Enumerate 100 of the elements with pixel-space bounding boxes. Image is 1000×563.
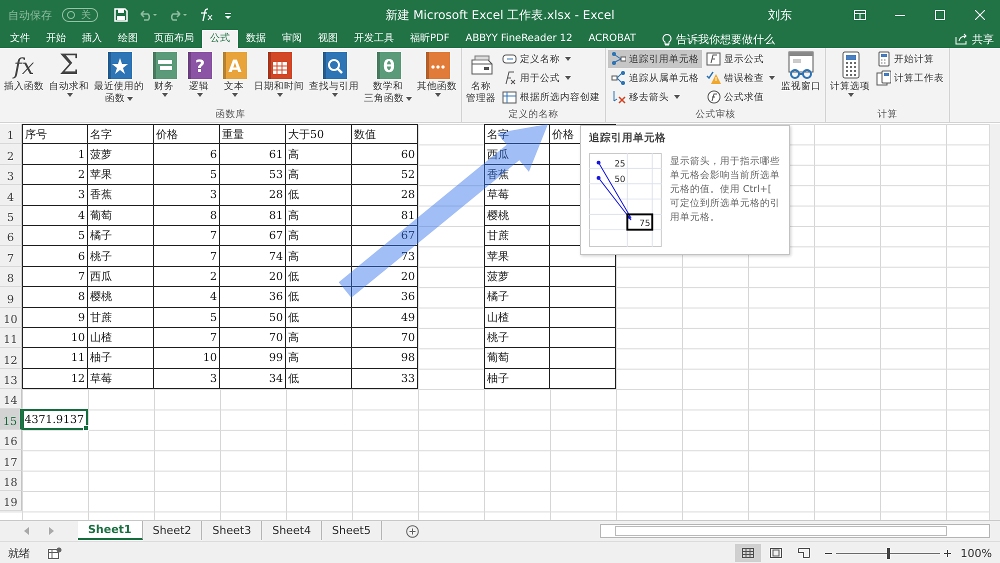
- ribbon-button[interactable]: 定义名称: [499, 50, 603, 68]
- table-cell: 高: [286, 144, 352, 165]
- ribbon-tab[interactable]: 福昕PDF: [402, 30, 458, 48]
- zoom-in-icon[interactable]: [944, 550, 951, 556]
- ribbon-tab[interactable]: 插入: [74, 30, 110, 48]
- row-header[interactable]: 11: [0, 328, 22, 348]
- table-cell: 67: [220, 226, 286, 246]
- user-name[interactable]: 刘东: [768, 6, 792, 24]
- ribbon-button[interactable]: ? 逻辑: [182, 48, 216, 108]
- ribbon-button[interactable]: 名称 管理器: [464, 48, 498, 108]
- ribbon-button[interactable]: 查找与引用: [307, 48, 361, 108]
- sheet-tab[interactable]: Sheet4: [262, 521, 322, 540]
- row-header[interactable]: 13: [0, 368, 22, 390]
- ribbon-button[interactable]: 追踪引用单元格: [608, 50, 702, 68]
- row-header[interactable]: 10: [0, 308, 22, 328]
- ribbon-button[interactable]: 用于公式: [499, 69, 603, 87]
- row-header[interactable]: 18: [0, 470, 22, 492]
- ribbon-tab[interactable]: ABBYY FineReader 12: [457, 30, 580, 48]
- row-header[interactable]: 15: [0, 409, 22, 430]
- ribbon-tab[interactable]: 数据: [238, 30, 274, 48]
- table-cell: 葡萄: [88, 206, 154, 226]
- row-header[interactable]: 6: [0, 226, 22, 246]
- row-header[interactable]: 7: [0, 246, 22, 267]
- table-cell: 3: [154, 368, 220, 390]
- row-header[interactable]: 1: [0, 124, 22, 144]
- ribbon-button[interactable]: 显示公式: [703, 50, 778, 68]
- undo-icon[interactable]: [138, 9, 158, 21]
- row-header[interactable]: 4: [0, 185, 22, 206]
- row-header[interactable]: 9: [0, 287, 22, 308]
- row-header[interactable]: 8: [0, 266, 22, 288]
- ribbon-button[interactable]: 错误检查: [703, 69, 778, 87]
- row-header[interactable]: 5: [0, 206, 22, 226]
- autosave-label: 自动保存: [8, 8, 52, 22]
- calculator-icon: [876, 51, 891, 67]
- row-header[interactable]: 19: [0, 491, 22, 512]
- table-cell: 甘蔗: [484, 226, 550, 246]
- ribbon-button[interactable]: 根据所选内容创建: [499, 88, 603, 106]
- ribbon-button[interactable]: A 文本: [217, 48, 251, 108]
- customize-icon[interactable]: [224, 11, 232, 19]
- sheet-tab[interactable]: Sheet3: [202, 521, 262, 540]
- table-cell: 桃子: [484, 328, 550, 348]
- ribbon-tab[interactable]: ACROBAT: [580, 30, 644, 48]
- sheet-tab[interactable]: Sheet5: [322, 521, 382, 540]
- ribbon-button[interactable]: 监视窗口: [779, 48, 823, 108]
- table-cell: [550, 328, 616, 348]
- ribbon-tab[interactable]: 文件: [2, 30, 38, 48]
- row-header[interactable]: 16: [0, 430, 22, 450]
- sheet-tab[interactable]: Sheet2: [142, 521, 202, 540]
- table-cell: 西瓜: [88, 266, 154, 288]
- table-cell: 橘子: [484, 287, 550, 308]
- ribbon-button[interactable]: 日期和时间: [252, 48, 306, 108]
- row-header[interactable]: 12: [0, 348, 22, 369]
- table-cell: 3: [154, 185, 220, 206]
- ribbon-button[interactable]: 移去箭头: [608, 88, 702, 106]
- ribbon-button[interactable]: 最近使用的 函数: [92, 48, 146, 108]
- ribbon-button[interactable]: 计算选项: [828, 48, 872, 108]
- table-cell: 81: [220, 206, 286, 226]
- table-cell: 2: [22, 164, 88, 186]
- vertical-scrollbar[interactable]: [989, 124, 1000, 520]
- ribbon-button[interactable]: 其他函数: [415, 48, 459, 108]
- table-cell: 橘子: [88, 226, 154, 246]
- table-cell: 高: [286, 246, 352, 267]
- ribbon-button[interactable]: 开始计算: [873, 50, 947, 68]
- table-cell: 36: [352, 287, 418, 308]
- row-header[interactable]: 2: [0, 144, 22, 165]
- horizontal-scrollbar[interactable]: [600, 524, 990, 538]
- share-button[interactable]: 共享: [949, 30, 1000, 48]
- ribbon-button[interactable]: 计算工作表: [873, 69, 947, 87]
- ribbon-tab[interactable]: 开始: [38, 30, 74, 48]
- ribbon-tab[interactable]: 页面布局: [146, 30, 202, 48]
- table-cell: 53: [220, 164, 286, 186]
- ribbon-tab[interactable]: 视图: [310, 30, 346, 48]
- table-cell: 1: [22, 144, 88, 165]
- save-icon[interactable]: [114, 8, 128, 22]
- table-cell: 樱桃: [484, 206, 550, 226]
- row-header[interactable]: 14: [0, 389, 22, 410]
- ribbon-button[interactable]: 公式求值: [703, 88, 778, 106]
- function-icon[interactable]: [198, 8, 214, 22]
- ribbon-button[interactable]: 财务: [147, 48, 181, 108]
- ribbon-button[interactable]: fx 插入函数: [2, 48, 46, 108]
- view-button[interactable]: [734, 544, 761, 562]
- zoom-level[interactable]: 100%: [960, 546, 992, 560]
- tell-me-field[interactable]: 告诉我你想要做什么: [676, 32, 775, 46]
- zoom-thumb[interactable]: [886, 548, 890, 558]
- row-header[interactable]: 3: [0, 164, 22, 186]
- ribbon-tab[interactable]: 公式: [202, 30, 238, 48]
- macro-record-icon[interactable]: [48, 547, 62, 559]
- trace-arrows-icon: [611, 51, 626, 67]
- row-header[interactable]: 17: [0, 450, 22, 471]
- ribbon-button[interactable]: 追踪从属单元格: [608, 69, 702, 87]
- sheet-tab[interactable]: Sheet1: [78, 521, 143, 540]
- close-icon: [975, 10, 985, 20]
- table-cell: 数值: [352, 124, 418, 144]
- ribbon-button[interactable]: Σ 自动求和: [47, 48, 91, 108]
- ribbon-tab[interactable]: 绘图: [110, 30, 146, 48]
- ribbon-tab[interactable]: 开发工具: [346, 30, 402, 48]
- ribbon-tab[interactable]: 审阅: [274, 30, 310, 48]
- active-cell[interactable]: 4371.9137: [22, 409, 88, 430]
- redo-icon[interactable]: [168, 9, 188, 21]
- ribbon-button[interactable]: θ 数学和 三角函数: [362, 48, 414, 108]
